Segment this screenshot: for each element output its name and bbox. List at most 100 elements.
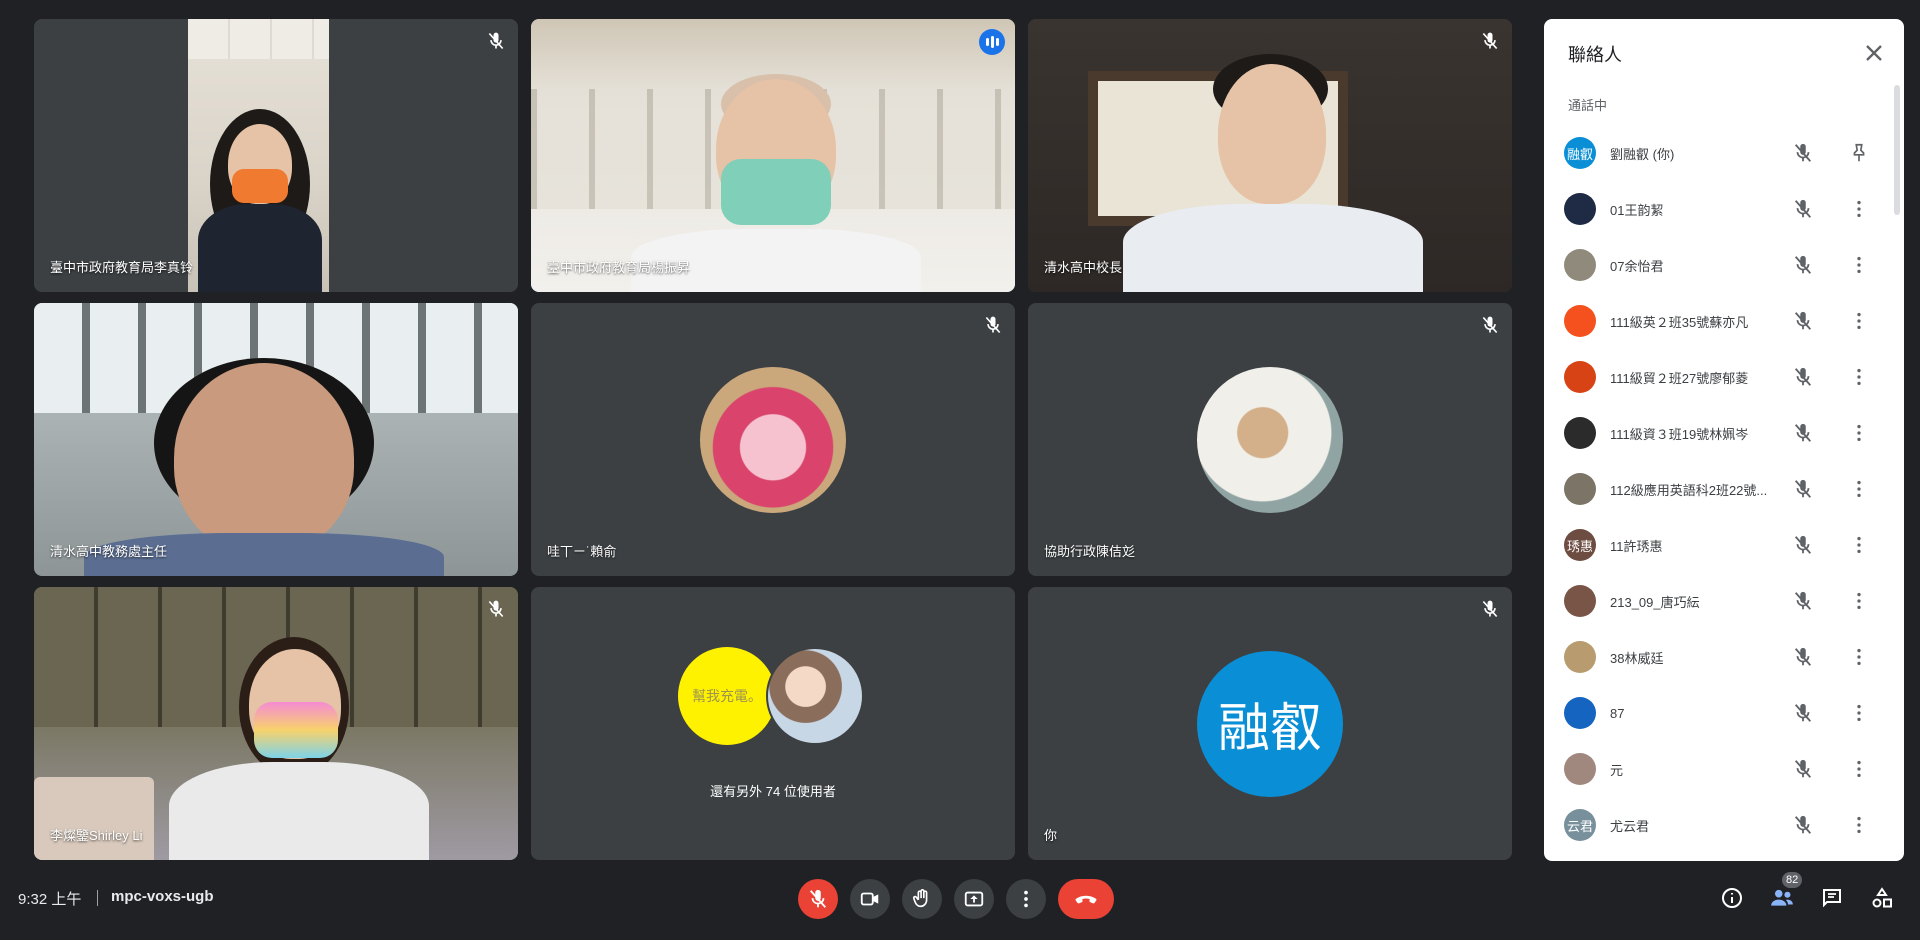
hand-icon — [912, 889, 928, 908]
mic-off-icon — [1482, 600, 1498, 618]
others-count-label: 還有另外 74 位使用者 — [710, 784, 836, 799]
participant-row[interactable]: 01王韵絜 — [1544, 181, 1904, 237]
activities-button[interactable] — [1868, 884, 1896, 912]
participant-row[interactable]: 融叡 劉融叡 (你) — [1544, 125, 1904, 181]
video-tile-6[interactable]: 協助行政陳佶彣 — [1028, 303, 1512, 576]
participant-avatar — [1564, 641, 1596, 673]
participant-name: 11許琇惠 — [1610, 538, 1663, 554]
participant-row[interactable]: 云君 尤云君 — [1544, 797, 1904, 853]
video-tile-5[interactable]: 哇丅ㄧ˙賴俞 — [531, 303, 1015, 576]
participant-avatar — [1197, 366, 1343, 513]
leave-call-button[interactable] — [1058, 879, 1114, 919]
video-tile-3[interactable]: 清水高中校長 — [1028, 19, 1512, 292]
mic-off-icon — [1794, 479, 1812, 498]
participant-avatar — [1564, 753, 1596, 785]
participant-avatar — [1564, 361, 1596, 393]
participant-row[interactable]: 213_09_唐巧紜 — [1544, 573, 1904, 629]
participant-name: 112級應用英語科2班22號... — [1610, 482, 1768, 498]
chat-button[interactable] — [1818, 884, 1846, 912]
participant-row[interactable]: 07余怡君 — [1544, 237, 1904, 293]
body-shape — [1123, 204, 1423, 292]
more-vert-icon[interactable] — [1848, 478, 1870, 500]
participant-count-badge: 82 — [1782, 872, 1803, 888]
participant-row[interactable]: 111級貿２班27號廖郁菱 — [1544, 349, 1904, 405]
participant-name: 清水高中校長 — [1044, 260, 1123, 275]
more-vert-icon[interactable] — [1848, 310, 1870, 332]
mic-off-icon — [985, 316, 1001, 334]
people-panel: 聯絡人 通話中 融叡 劉融叡 (你) 01王韵絜 07余怡君 111級英２班35號蘇亦凡… — [1544, 19, 1904, 861]
participant-avatar: 云君 — [1564, 809, 1596, 841]
close-icon[interactable] — [1860, 39, 1888, 67]
participant-avatar: 琇惠 — [1564, 529, 1596, 561]
more-vert-icon[interactable] — [1848, 646, 1870, 668]
video-tile-self[interactable]: 融叡 你 — [1028, 587, 1512, 860]
camera-toggle-button[interactable] — [850, 879, 890, 919]
more-options-button[interactable] — [1006, 879, 1046, 919]
self-avatar: 融叡 — [1197, 650, 1343, 797]
camera-feed — [1028, 19, 1512, 292]
participant-row[interactable]: 琇惠 11許琇惠 — [1544, 517, 1904, 573]
more-vert-icon[interactable] — [1848, 198, 1870, 220]
participant-name: 07余怡君 — [1610, 258, 1664, 274]
mic-off-icon — [1794, 199, 1812, 218]
participant-row[interactable]: 111級資３班19號林姵岑 — [1544, 405, 1904, 461]
camera-feed — [531, 19, 1015, 292]
participant-row[interactable]: 111級英２班35號蘇亦凡 — [1544, 293, 1904, 349]
more-vert-icon[interactable] — [1848, 814, 1870, 836]
video-tile-4[interactable]: 清水高中教務處主任 — [34, 303, 518, 576]
chat-icon — [1823, 889, 1841, 908]
pin-icon[interactable] — [1848, 142, 1870, 164]
present-screen-button[interactable] — [954, 879, 994, 919]
participant-name: 111級資３班19號林姵岑 — [1610, 426, 1749, 442]
participant-name: 元 — [1610, 762, 1624, 778]
participant-name: 你 — [1044, 828, 1058, 843]
meeting-time: 9:32 上午 — [18, 891, 82, 908]
camera-feed — [34, 303, 518, 576]
info-icon — [1722, 888, 1742, 908]
mic-off-icon — [1482, 32, 1498, 50]
meeting-details-button[interactable] — [1718, 884, 1746, 912]
more-vert-icon[interactable] — [1848, 534, 1870, 556]
video-tile-2[interactable]: 臺中市政府教育局楊振昇 — [531, 19, 1015, 292]
in-call-section-label: 通話中 — [1568, 98, 1608, 113]
raise-hand-button[interactable] — [902, 879, 942, 919]
mask-shape — [721, 159, 831, 225]
participant-name: 38林威廷 — [1610, 650, 1664, 666]
participant-row[interactable]: 38林威廷 — [1544, 629, 1904, 685]
face-shape — [174, 363, 354, 553]
anime-avatar — [766, 647, 864, 745]
video-tile-1[interactable]: 臺中市政府教育局李真铃 — [34, 19, 518, 292]
meeting-code: mpc-voxs-ugb — [111, 888, 214, 905]
participant-avatar — [1564, 417, 1596, 449]
activities-icon — [1872, 887, 1892, 908]
video-grid: 臺中市政府教育局李真铃 臺中市政府教育局楊振昇 清水高中校長 清水高中教務處主任 — [34, 19, 1512, 861]
participant-row[interactable]: 87 — [1544, 685, 1904, 741]
participant-avatar — [1564, 473, 1596, 505]
mic-off-icon — [1794, 647, 1812, 666]
participant-name: 111級貿２班27號廖郁菱 — [1610, 370, 1749, 386]
participant-list: 融叡 劉融叡 (你) 01王韵絜 07余怡君 111級英２班35號蘇亦凡 111級貿２班2… — [1544, 125, 1904, 853]
more-vert-icon[interactable] — [1848, 422, 1870, 444]
call-end-icon — [1075, 895, 1097, 904]
more-vert-icon[interactable] — [1848, 254, 1870, 276]
video-tile-7[interactable]: 李燦鑒Shirley Li — [34, 587, 518, 860]
participant-name: 李燦鑒Shirley Li — [50, 828, 143, 843]
meeting-tools: 82 — [1718, 872, 1896, 912]
participant-name: 87 — [1610, 705, 1625, 721]
participant-avatar — [1564, 697, 1596, 729]
mask-shape — [254, 702, 338, 758]
people-button[interactable]: 82 — [1768, 872, 1803, 912]
body-shape — [198, 204, 322, 292]
participant-row[interactable]: 112級應用英語科2班22號... — [1544, 461, 1904, 517]
more-vert-icon[interactable] — [1848, 590, 1870, 612]
participant-row[interactable]: 元 — [1544, 741, 1904, 797]
participant-name: 清水高中教務處主任 — [50, 544, 168, 559]
body-shape — [169, 762, 429, 860]
more-vert-icon[interactable] — [1848, 702, 1870, 724]
mic-toggle-button[interactable] — [798, 879, 838, 919]
more-vert-icon[interactable] — [1848, 366, 1870, 388]
more-vert-icon[interactable] — [1848, 758, 1870, 780]
video-tile-others[interactable]: 幫我充電。 還有另外 74 位使用者 — [531, 587, 1015, 860]
camera-feed — [34, 587, 518, 860]
participant-name: 尤云君 — [1610, 818, 1650, 834]
